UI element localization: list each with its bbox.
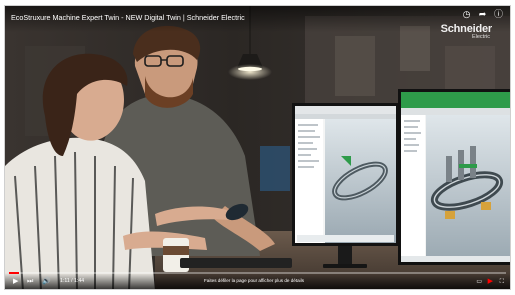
volume-icon[interactable]: 🔊 (42, 277, 51, 286)
play-icon[interactable]: ▶ (13, 277, 18, 286)
clock-icon[interactable]: ◷ (461, 10, 472, 21)
youtube-icon[interactable]: ▶ (488, 277, 493, 286)
subtitles-icon[interactable]: ▭ (476, 277, 482, 286)
info-icon[interactable]: ⓘ (493, 10, 504, 21)
video-frame (5, 6, 510, 289)
brand-sub: Electric (471, 34, 490, 40)
top-icons: ◷ ➦ ⓘ (461, 10, 504, 21)
video-title[interactable]: EcoStruxure Machine Expert Twin - NEW Di… (11, 13, 245, 22)
video-top-bar: EcoStruxure Machine Expert Twin - NEW Di… (5, 6, 510, 32)
scroll-hint: Faites défiler la page pour afficher plu… (204, 278, 305, 283)
progress-bar[interactable] (9, 272, 506, 274)
share-icon[interactable]: ➦ (477, 10, 488, 21)
fullscreen-icon[interactable]: ⛶ (500, 277, 504, 286)
progress-fill (9, 272, 19, 274)
time-display: 1:11 / 1:44 (60, 278, 85, 284)
video-player[interactable]: EcoStruxure Machine Expert Twin - NEW Di… (4, 5, 511, 290)
next-icon[interactable]: ⏭ (27, 277, 33, 286)
player-controls: ▶ ⏭ 🔊 1:11 / 1:44 Faites défiler la page… (5, 272, 510, 289)
